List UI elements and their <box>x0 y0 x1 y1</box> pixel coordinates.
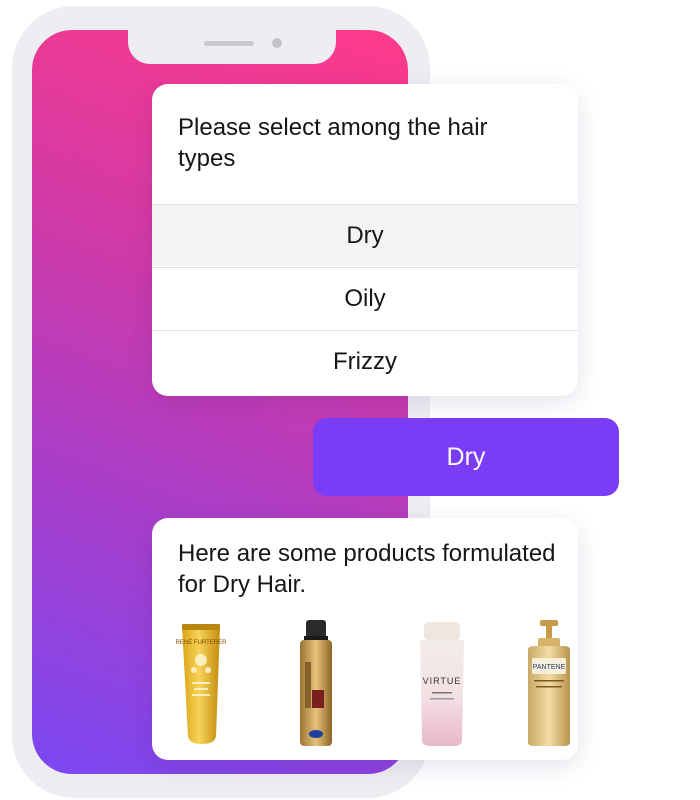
product-card-1[interactable]: RENÉ FURTERER <box>170 618 270 750</box>
phone-notch <box>128 30 336 64</box>
conditioner-bottle-product-image: VIRTUE <box>420 622 464 746</box>
product-card-4[interactable]: PANTENE <box>516 618 578 750</box>
question-text: Please select among the hair types <box>178 114 488 172</box>
user-reply-text: Dry <box>446 442 486 471</box>
hair-type-question-card: Please select among the hair types Dry O… <box>152 84 578 396</box>
pump-bottle-product-image: PANTENE <box>528 620 570 746</box>
products-message-text: Here are some products formulated for Dr… <box>178 540 556 598</box>
products-card: Here are some products formulated for Dr… <box>152 518 578 760</box>
option-dry[interactable]: Dry <box>152 204 578 266</box>
shampoo-bottle-product-image <box>300 620 332 746</box>
option-frizzy[interactable]: Frizzy <box>152 330 578 392</box>
camera-icon <box>272 38 282 48</box>
user-reply-bubble: Dry <box>313 418 619 496</box>
product-card-3[interactable]: VIRTUE <box>406 618 506 750</box>
product-card-2[interactable] <box>286 618 386 750</box>
svg-text:RENÉ FURTERER: RENÉ FURTERER <box>176 639 228 646</box>
svg-text:PANTENE: PANTENE <box>533 664 566 671</box>
option-oily[interactable]: Oily <box>152 267 578 329</box>
cream-tube-product-image: RENÉ FURTERER <box>176 624 228 744</box>
product-carousel[interactable]: RENÉ FURTERER VIRTUE PANTENE <box>170 618 578 750</box>
speaker-icon <box>204 41 254 46</box>
svg-text:VIRTUE: VIRTUE <box>423 676 462 686</box>
